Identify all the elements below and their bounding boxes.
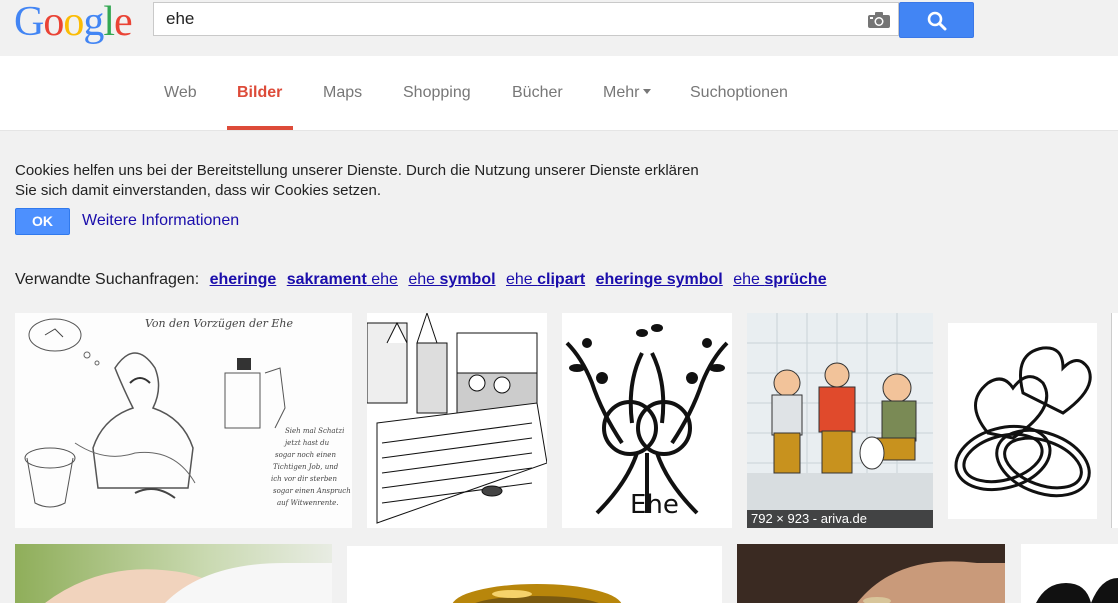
svg-text:auf Witwenrente.: auf Witwenrente. [277,499,338,507]
related-searches-label: Verwandte Suchanfragen: [15,271,200,288]
search-box [153,2,899,36]
logo-letter: g [83,0,104,45]
camera-icon[interactable] [867,11,891,29]
cookie-more-info-link[interactable]: Weitere Informationen [82,212,239,230]
google-logo[interactable]: Google [14,0,133,45]
tab-web[interactable]: Web [164,84,197,102]
cartoon-sketch-image: Von den Vorzügen der Ehe Sieh mal Schatz… [15,313,352,528]
search-button[interactable] [899,2,974,38]
logo-letter: G [14,0,44,45]
top-bar: Google [0,0,1118,56]
tree-rings-image: Ehe [562,313,732,528]
search-options-link[interactable]: Suchoptionen [690,84,788,102]
image-result[interactable]: Von den Vorzügen der Ehe Sieh mal Schatz… [15,313,352,528]
image-result[interactable] [948,323,1097,519]
tab-shopping[interactable]: Shopping [403,84,471,102]
cartoon-urinals-image [747,313,933,528]
image-result-partial[interactable] [1111,313,1118,528]
image-size-caption: 792 × 923 - ariva.de [747,510,933,528]
image-result[interactable] [15,544,332,603]
hands-photo-image [15,544,332,603]
cookie-ok-button[interactable]: OK [15,208,70,235]
dark-hands-photo-image [737,544,1005,603]
chevron-down-icon [643,89,652,95]
image-result[interactable]: 792 × 923 - ariva.de [747,313,933,528]
woodcut-image [367,313,547,528]
tab-maps[interactable]: Maps [323,84,362,102]
search-input[interactable] [166,3,856,35]
related-link-ehe-clipart[interactable]: ehe clipart [506,271,585,288]
tab-buecher[interactable]: Bücher [512,84,563,102]
logo-letter: o [63,0,84,45]
tab-mehr[interactable]: Mehr [603,84,652,102]
related-link-ehe-sprueche[interactable]: ehe sprüche [733,271,826,288]
tab-bilder[interactable]: Bilder [237,84,282,102]
related-link-ehe-symbol[interactable]: ehe symbol [408,271,495,288]
related-link-eheringe-symbol[interactable]: eheringe symbol [596,271,723,288]
tab-mehr-label: Mehr [603,84,640,101]
svg-text:ich vor dir sterben: ich vor dir sterben [271,475,337,483]
rings-hearts-image [948,323,1097,519]
image-result[interactable] [347,546,722,603]
logo-letter: e [114,0,133,45]
image-result[interactable] [737,544,1005,603]
logo-letter: o [43,0,64,45]
image-result[interactable]: Ehe [562,313,732,528]
search-icon [927,11,947,31]
svg-text:jetzt hast du: jetzt hast du [283,439,330,447]
logo-letter: l [103,0,115,45]
svg-text:Tichtigen Job, und: Tichtigen Job, und [273,463,339,471]
active-tab-indicator [227,126,293,130]
image-result[interactable] [367,313,547,528]
image-result[interactable] [1021,544,1118,603]
gold-ring-image [347,546,722,603]
related-searches: Verwandte Suchanfragen: eheringe sakrame… [15,271,827,289]
image-word-text: Ehe [630,490,679,520]
black-text-image [1021,544,1118,603]
related-link-eheringe[interactable]: eheringe [210,271,277,288]
results-area: Cookies helfen uns bei der Bereitstellun… [0,131,1118,603]
navigation-bar: Web Bilder Maps Shopping Bücher Mehr Suc… [0,56,1118,131]
image-title-text: Von den Vorzügen der Ehe [145,317,294,330]
svg-text:Sieh mal Schatzi: Sieh mal Schatzi [285,427,344,435]
svg-text:sogar noch einen: sogar noch einen [275,451,336,459]
related-link-sakrament-ehe[interactable]: sakrament ehe [287,271,398,288]
svg-text:sogar einen Anspruch: sogar einen Anspruch [273,487,351,495]
cookie-notice-text: Cookies helfen uns bei der Bereitstellun… [15,162,699,199]
